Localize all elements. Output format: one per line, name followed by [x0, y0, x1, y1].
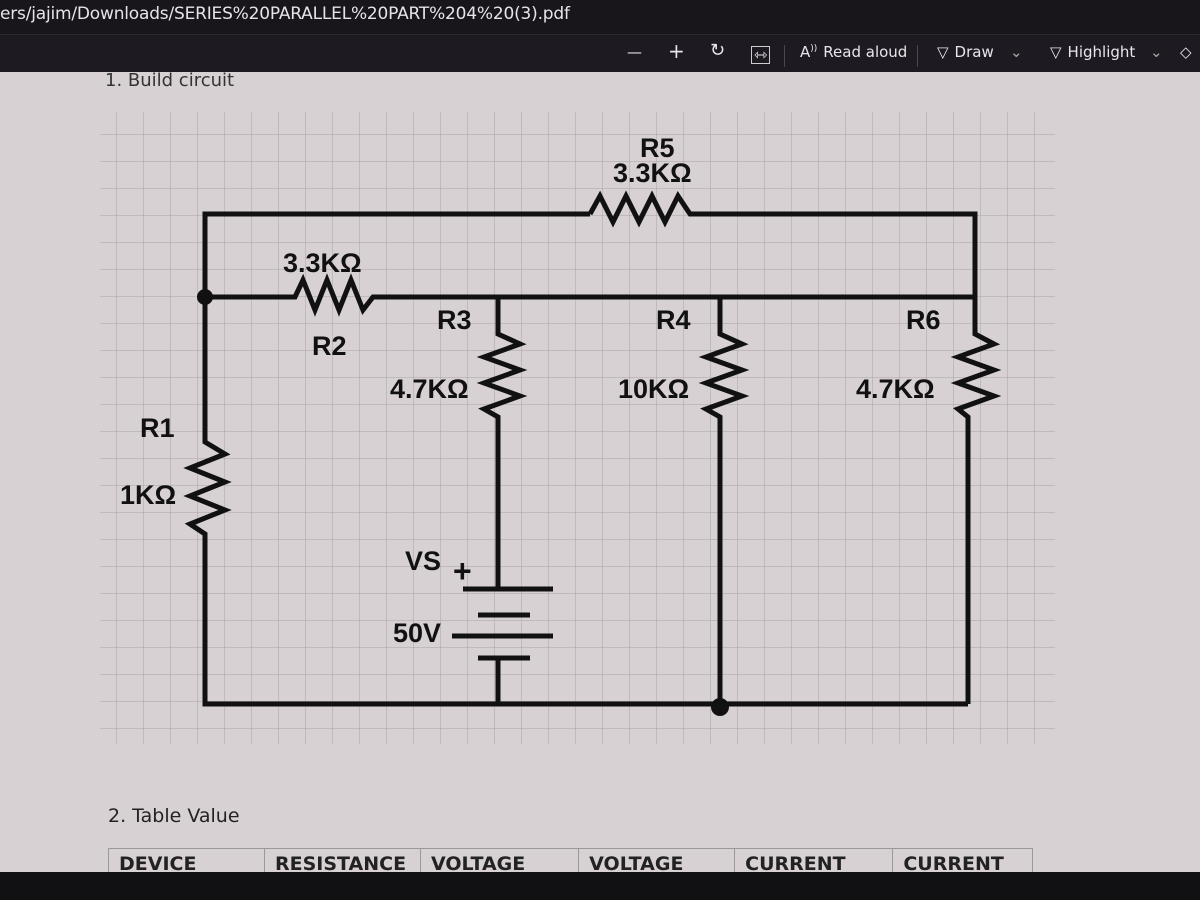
minus-icon: —: [627, 43, 642, 61]
file-path: ers/jajim/Downloads/SERIES%20PARALLEL%20…: [0, 4, 570, 24]
label-r2-value: 3.3KΩ: [283, 248, 362, 278]
table-header-row: DEVICE RESISTANCE VOLTAGE CALCULATED VOL…: [108, 848, 1034, 872]
toolbar-divider: [917, 45, 918, 67]
label-r6-value: 4.7KΩ: [856, 374, 935, 404]
zoom-out-button[interactable]: —: [627, 43, 642, 61]
pen-icon: ▽: [937, 43, 949, 61]
read-aloud-icon: A)): [800, 43, 818, 61]
label-r3-id: R3: [437, 305, 472, 335]
draw-label: Draw: [954, 43, 994, 61]
label-r6-id: R6: [906, 305, 941, 335]
highlighter-icon: ▽: [1050, 43, 1062, 61]
draw-options-dropdown[interactable]: ⌄: [1010, 43, 1023, 61]
rotate-icon: ↻: [710, 40, 726, 61]
label-r4-id: R4: [656, 305, 691, 335]
highlight-options-dropdown[interactable]: ⌄: [1150, 43, 1163, 61]
highlight-label: Highlight: [1067, 43, 1136, 61]
pdf-toolbar: — + ↻ ⇿ A)) Read aloud ▽ Draw ⌄ ▽ Highli…: [0, 34, 1200, 73]
read-aloud-label: Read aloud: [823, 43, 908, 61]
values-table: DEVICE RESISTANCE VOLTAGE CALCULATED VOL…: [108, 848, 1034, 872]
grid-background: [100, 112, 1055, 744]
label-r2-id: R2: [312, 331, 347, 361]
label-vs-id: VS: [405, 546, 441, 576]
header-current-measured: CURRENT MEASURED: [892, 848, 1034, 872]
read-aloud-button[interactable]: A)) Read aloud: [800, 43, 907, 61]
draw-button[interactable]: ▽ Draw: [937, 43, 994, 61]
highlight-button[interactable]: ▽ Highlight: [1050, 43, 1135, 61]
header-device: DEVICE: [108, 848, 265, 872]
label-r5-value: 3.3KΩ: [613, 158, 692, 188]
chevron-down-icon: ⌄: [1150, 43, 1163, 61]
header-voltage-measured: VOLTAGE MEASURED: [578, 848, 736, 872]
eraser-icon: ◇: [1180, 43, 1192, 61]
plus-icon: +: [668, 39, 685, 63]
taskbar: [0, 872, 1200, 900]
header-resistance: RESISTANCE: [264, 848, 421, 872]
header-current-calculated: CURRENT CALCULATED: [734, 848, 894, 872]
pdf-page: 1. Build circuit R5 3.3KΩ 3.3KΩ R2 R3 4.…: [0, 72, 1200, 872]
toolbar-divider: [784, 45, 785, 67]
junction-dot: [711, 698, 729, 716]
label-r1-value: 1KΩ: [120, 480, 176, 510]
chevron-down-icon: ⌄: [1010, 43, 1023, 61]
circuit-diagram: R5 3.3KΩ 3.3KΩ R2 R3 4.7KΩ R4 10KΩ R6 4.…: [100, 112, 1055, 744]
fit-width-icon: ⇿: [754, 45, 768, 64]
erase-button[interactable]: ◇: [1180, 43, 1192, 61]
section-heading-table-value: 2. Table Value: [108, 805, 240, 827]
zoom-in-button[interactable]: +: [668, 39, 685, 63]
label-r1-id: R1: [140, 413, 175, 443]
label-r4-value: 10KΩ: [618, 374, 689, 404]
rotate-button[interactable]: ↻: [710, 40, 725, 61]
label-r3-value: 4.7KΩ: [390, 374, 469, 404]
label-vs-value: 50V: [393, 618, 441, 648]
fit-page-button[interactable]: ⇿: [751, 45, 771, 64]
plus-polarity-icon: +: [453, 553, 472, 589]
title-bar: ers/jajim/Downloads/SERIES%20PARALLEL%20…: [0, 0, 1200, 34]
junction-dot: [197, 289, 213, 305]
header-voltage-calculated: VOLTAGE CALCULATED: [419, 848, 580, 872]
